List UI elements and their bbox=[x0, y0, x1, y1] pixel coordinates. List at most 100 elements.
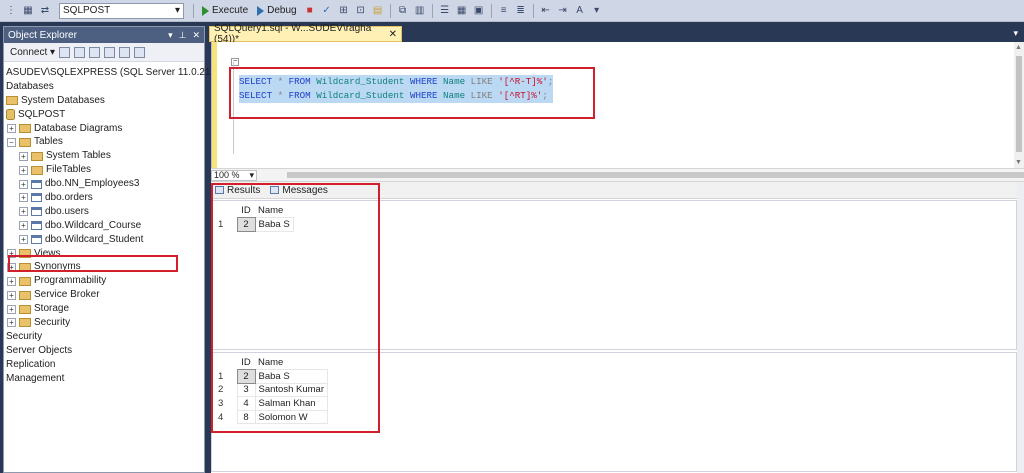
available-databases-icon[interactable]: ▦ bbox=[21, 4, 35, 18]
tree-node[interactable]: + dbo.Wildcard_Student bbox=[4, 233, 204, 247]
activity-monitor-icon[interactable] bbox=[134, 46, 146, 58]
client-statistics-icon[interactable]: ▥ bbox=[413, 4, 427, 18]
decrease-indent-icon[interactable]: ⇤ bbox=[539, 4, 553, 18]
tree-node[interactable]: + dbo.orders bbox=[4, 191, 204, 205]
chevron-down-icon[interactable]: ▾ bbox=[1013, 28, 1018, 39]
expand-icon[interactable]: + bbox=[19, 165, 28, 175]
include-plan-icon[interactable]: ⧉ bbox=[396, 4, 410, 18]
toolbar-options-icon[interactable]: ▾ bbox=[590, 4, 604, 18]
expand-icon[interactable]: + bbox=[19, 207, 28, 217]
tree-node-label: ASUDEV\SQLEXPRESS (SQL Server 11.0.2100 … bbox=[6, 67, 240, 78]
editor-horizontal-scrollbar[interactable] bbox=[259, 170, 1024, 181]
tree-node[interactable]: + Storage bbox=[4, 302, 204, 316]
results-file-icon[interactable]: ▣ bbox=[472, 4, 486, 18]
query-editor[interactable]: − SELECT * FROM Wildcard_Student WHERE N… bbox=[211, 42, 1024, 168]
tree-node[interactable]: + Programmability bbox=[4, 274, 204, 288]
expand-icon[interactable]: + bbox=[19, 151, 28, 161]
change-connection-icon[interactable]: ⇄ bbox=[38, 4, 52, 18]
connect-button[interactable]: Connect ▾ bbox=[10, 47, 55, 58]
expand-icon[interactable]: + bbox=[19, 193, 28, 203]
tree-node[interactable]: + Service Broker bbox=[4, 288, 204, 302]
folder-icon bbox=[19, 304, 31, 314]
results-to-file-icon[interactable]: ▤ bbox=[371, 4, 385, 18]
tree-node[interactable]: Databases bbox=[4, 80, 204, 94]
expand-icon[interactable]: + bbox=[19, 221, 28, 231]
cancel-query-icon[interactable]: ■ bbox=[303, 4, 317, 18]
zoom-select[interactable]: 100 % ▾ bbox=[211, 169, 257, 181]
tree-node[interactable]: + dbo.NN_Employees3 bbox=[4, 177, 204, 191]
folder-icon bbox=[19, 290, 31, 300]
tree-node-label: Replication bbox=[6, 358, 56, 370]
uncomment-icon[interactable]: ≣ bbox=[514, 4, 528, 18]
tree-node[interactable]: + dbo.users bbox=[4, 205, 204, 219]
refresh-icon[interactable] bbox=[119, 46, 131, 58]
tree-node[interactable]: System Databases bbox=[4, 94, 204, 108]
pin-icon[interactable]: ⊥ bbox=[179, 30, 187, 41]
increase-indent-icon[interactable]: ⇥ bbox=[556, 4, 570, 18]
highlight-box bbox=[8, 255, 178, 272]
expand-icon[interactable]: + bbox=[19, 235, 28, 245]
results-to-grid-icon[interactable]: ▦ bbox=[455, 4, 469, 18]
scroll-down-icon[interactable]: ▼ bbox=[1015, 159, 1022, 166]
document-tabbar: SQLQuery1.sql - W...SUDEV\ragha (54))* ✕… bbox=[208, 23, 1024, 45]
comment-out-icon[interactable]: ≡ bbox=[497, 4, 511, 18]
expand-icon[interactable]: + bbox=[7, 304, 16, 314]
expand-icon[interactable]: + bbox=[7, 124, 16, 133]
toolbar-separator bbox=[490, 3, 492, 18]
tree-node[interactable]: Management bbox=[4, 372, 204, 386]
tab-sqlquery1[interactable]: SQLQuery1.sql - W...SUDEV\ragha (54))* ✕ bbox=[209, 23, 402, 45]
execute-icon bbox=[202, 5, 209, 16]
expand-icon[interactable]: + bbox=[7, 290, 16, 300]
toolbar-separator bbox=[431, 3, 433, 18]
tree-node[interactable]: + FileTables bbox=[4, 163, 204, 177]
editor-vertical-scrollbar[interactable]: ▲ ▼ bbox=[1014, 42, 1024, 168]
tree-node-label: dbo.Wildcard_Student bbox=[45, 233, 144, 245]
tree-node[interactable]: + dbo.Wildcard_Course bbox=[4, 219, 204, 233]
tree-node[interactable]: + Security bbox=[4, 316, 204, 330]
results-to-text-icon[interactable]: ☰ bbox=[438, 4, 452, 18]
tree-node-label: Database Diagrams bbox=[34, 122, 123, 134]
tree-node-label: Security bbox=[34, 317, 71, 329]
tree-node[interactable]: Server Objects bbox=[4, 344, 204, 358]
expand-icon[interactable]: + bbox=[7, 318, 16, 328]
object-explorer-titlebar: Object Explorer ▾ ⊥ ✕ bbox=[4, 27, 204, 43]
connect-object-explorer-icon[interactable] bbox=[59, 46, 71, 58]
scroll-up-icon[interactable]: ▲ bbox=[1015, 44, 1022, 51]
tree-node[interactable]: ASUDEV\SQLEXPRESS (SQL Server 11.0.2100 … bbox=[4, 66, 240, 80]
table-icon bbox=[31, 221, 42, 231]
stop-icon[interactable] bbox=[89, 46, 101, 58]
execute-button[interactable]: Execute bbox=[199, 5, 251, 16]
tree-node[interactable]: Replication bbox=[4, 358, 204, 372]
parse-icon[interactable]: ✓ bbox=[320, 4, 334, 18]
grip-icon: ⋮ bbox=[6, 5, 16, 16]
close-icon[interactable]: ✕ bbox=[192, 30, 200, 41]
filter-icon[interactable] bbox=[104, 46, 116, 58]
folder-icon bbox=[19, 318, 31, 328]
table-icon bbox=[31, 179, 42, 189]
collapse-icon[interactable]: − bbox=[7, 137, 16, 147]
tree-node[interactable]: SQLPOST bbox=[4, 108, 204, 122]
disconnect-icon[interactable] bbox=[74, 46, 86, 58]
specify-values-icon[interactable]: A bbox=[573, 4, 587, 18]
window-position-icon[interactable]: ▾ bbox=[168, 30, 173, 41]
tree-node[interactable]: Security bbox=[4, 330, 204, 344]
connect-label: Connect bbox=[10, 46, 48, 58]
expand-icon[interactable]: + bbox=[7, 276, 16, 286]
scrollbar-thumb[interactable] bbox=[1016, 56, 1022, 152]
query-designer-icon[interactable]: ⊡ bbox=[354, 4, 368, 18]
database-select[interactable]: SQLPOST ▾ bbox=[59, 2, 184, 19]
expand-icon[interactable]: + bbox=[19, 179, 28, 189]
close-icon[interactable]: ✕ bbox=[389, 29, 397, 40]
tree-node[interactable]: + Database Diagrams bbox=[4, 122, 204, 136]
folder-icon bbox=[31, 151, 43, 161]
estimated-plan-icon[interactable]: ⊞ bbox=[337, 4, 351, 18]
tree-node-label: Programmability bbox=[34, 275, 107, 287]
results-scrollbar[interactable] bbox=[1017, 182, 1024, 473]
debug-button[interactable]: Debug bbox=[254, 5, 299, 16]
tree-node[interactable]: + System Tables bbox=[4, 149, 204, 163]
database-icon bbox=[6, 109, 15, 121]
scrollbar-thumb[interactable] bbox=[287, 171, 1024, 178]
debug-label: Debug bbox=[267, 5, 297, 16]
folder-icon bbox=[31, 165, 43, 175]
tree-node[interactable]: − Tables bbox=[4, 135, 204, 149]
